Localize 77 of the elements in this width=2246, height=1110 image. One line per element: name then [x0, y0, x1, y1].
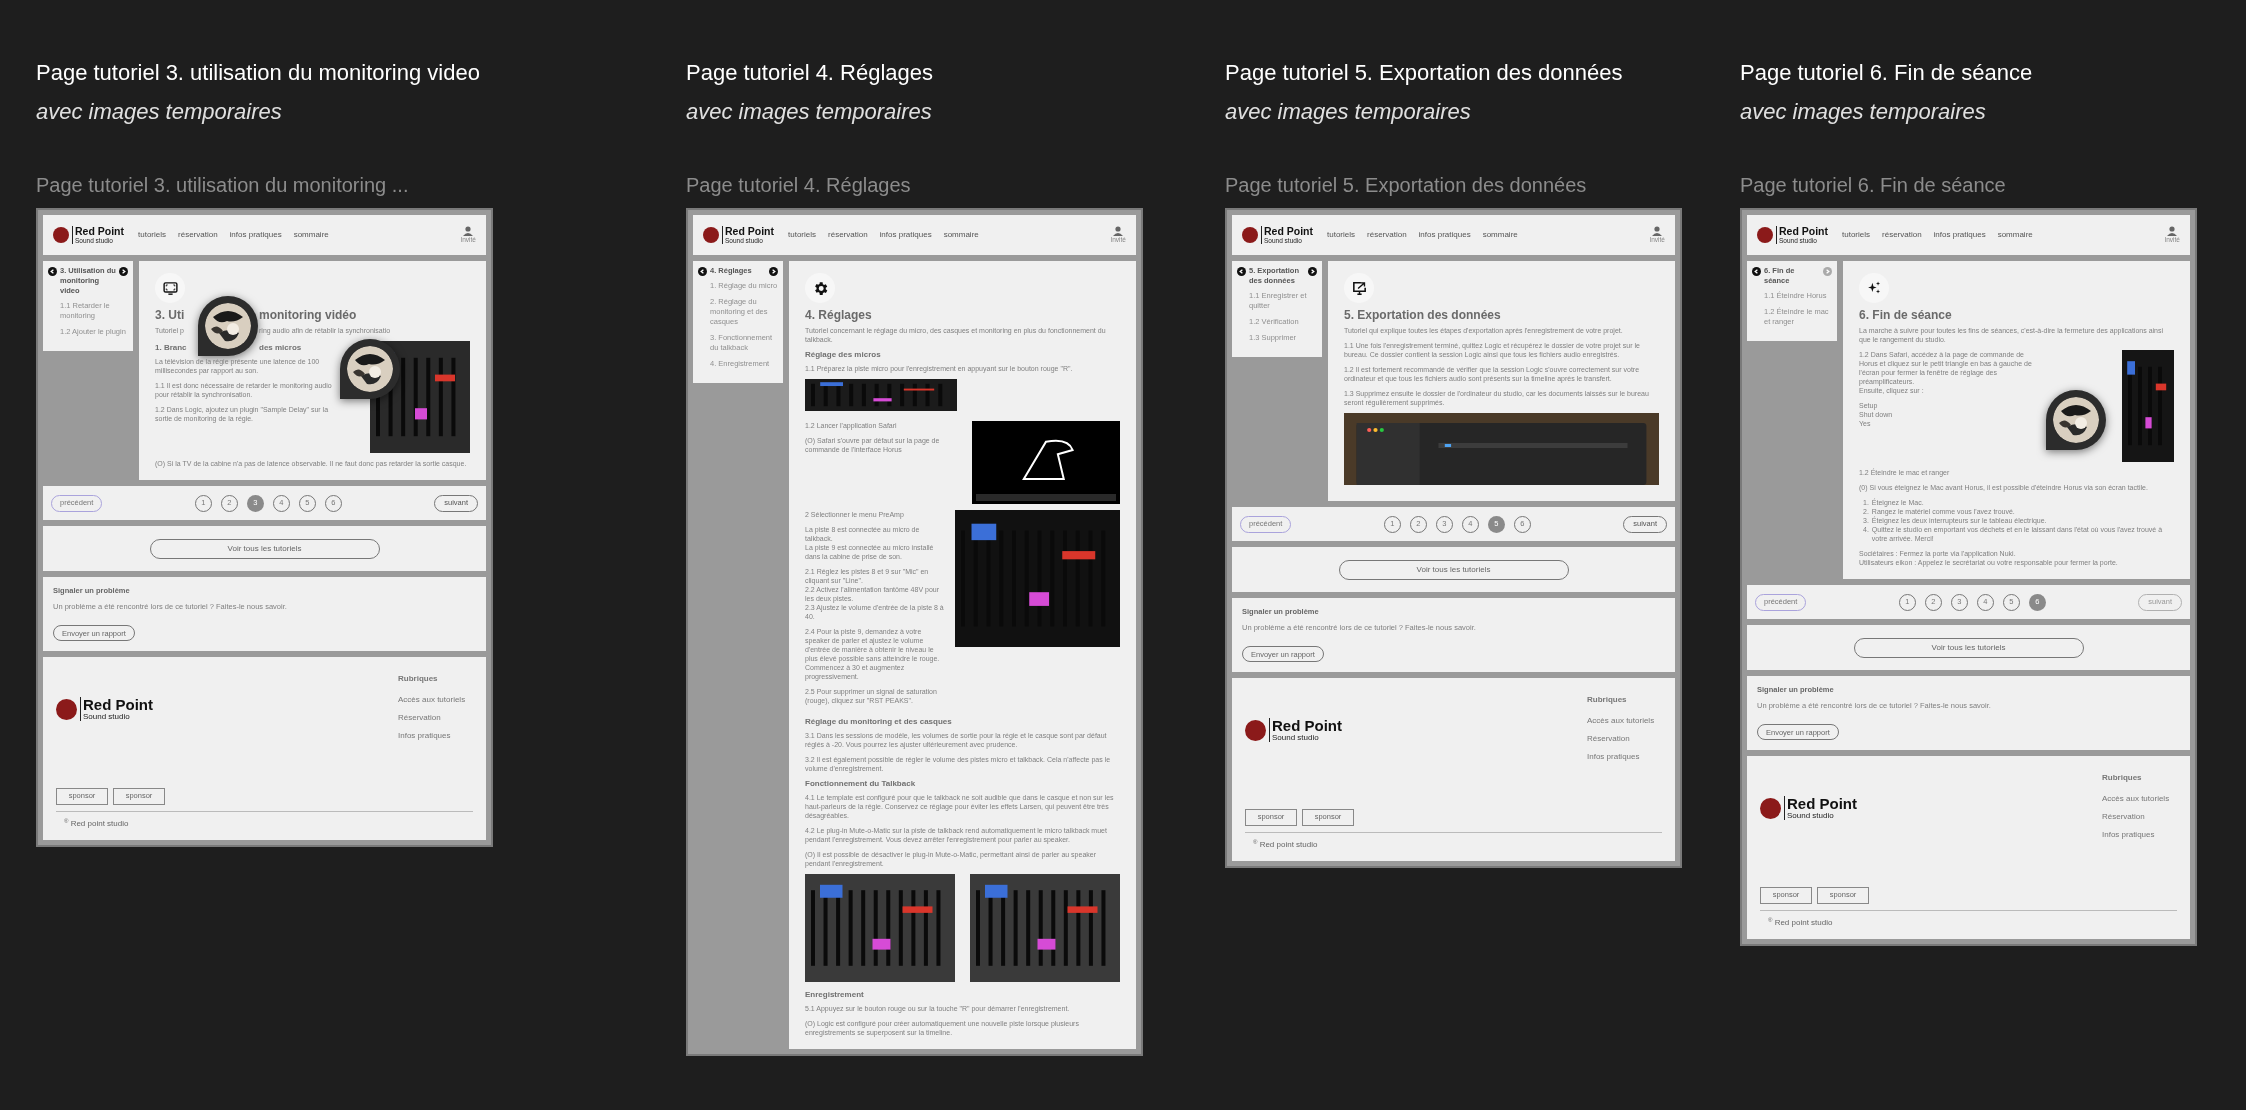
frame-heading: Page tutoriel 5. Exportation des données — [1225, 59, 1624, 87]
section-heading: Réglage des micros — [805, 350, 882, 360]
next-icon[interactable] — [769, 267, 778, 276]
frame-subheading: avec images temporaires — [686, 98, 933, 126]
footer-link[interactable]: Réservation — [398, 711, 473, 724]
nav-link[interactable]: infos pratiques — [229, 229, 282, 241]
brand-name: Red Point — [75, 226, 124, 237]
section-heading: Fonctionnement du Talkback — [805, 779, 917, 789]
brand-name: Red Point — [83, 697, 153, 712]
previous-icon[interactable] — [1752, 267, 1761, 276]
user-icon — [463, 226, 474, 236]
footer-link[interactable]: Accès aux tutoriels — [398, 693, 473, 706]
footer-heading: Rubriques — [2102, 771, 2143, 784]
article-title: 5. Exportation des données — [1344, 308, 1502, 323]
monitor-arrow-icon — [1350, 279, 1368, 297]
footer-heading: Rubriques — [1587, 693, 1628, 706]
brand-tagline: Sound studio — [1272, 733, 1320, 742]
footer-link[interactable]: Réservation — [2102, 810, 2177, 823]
nav-link[interactable]: réservation — [1882, 229, 1922, 241]
frame-subheading: avec images temporaires — [36, 98, 283, 126]
frame-heading: Page tutoriel 3. utilisation du monitoring video — [36, 59, 481, 87]
nav-link[interactable]: infos pratiques — [1418, 229, 1471, 241]
article-title: monitoring vidéo — [259, 308, 357, 323]
brand-name: Red Point — [1787, 796, 1857, 811]
section-heading: 1. Branc — [155, 343, 187, 352]
article-title: 6. Fin de séance — [1859, 308, 1953, 323]
nav-link[interactable]: réservation — [1367, 229, 1407, 241]
nav-link[interactable]: sommaire — [1997, 229, 2033, 241]
footer-link[interactable]: Accès aux tutoriels — [2102, 792, 2177, 805]
nav-link[interactable]: sommaire — [943, 229, 979, 241]
frame-subheading: avec images temporaires — [1740, 98, 1987, 126]
nav-link[interactable]: tutoriels — [138, 229, 166, 241]
brand-name: Red Point — [1272, 718, 1342, 733]
user-icon — [2167, 226, 2178, 236]
nav-link[interactable]: infos pratiques — [1933, 229, 1986, 241]
nav-link[interactable]: infos pratiques — [879, 229, 932, 241]
nav-link[interactable]: sommaire — [293, 229, 329, 241]
frame-label: Page tutoriel 4. Réglages — [686, 173, 912, 197]
nav-link[interactable]: tutoriels — [1842, 229, 1870, 241]
brand-name: Red Point — [1779, 226, 1828, 237]
section-heading: Enregistrement — [805, 990, 865, 1000]
next-icon[interactable] — [119, 267, 128, 276]
nav-link[interactable]: réservation — [178, 229, 218, 241]
frame-heading: Page tutoriel 4. Réglages — [686, 59, 935, 87]
user-icon — [1113, 226, 1124, 236]
article-title: 4. Réglages — [805, 308, 873, 323]
footer-link[interactable]: Infos pratiques — [2102, 828, 2177, 841]
nav-link[interactable]: réservation — [828, 229, 868, 241]
footer-link[interactable]: Infos pratiques — [398, 729, 473, 742]
nav-link[interactable]: tutoriels — [788, 229, 816, 241]
monitor-icon — [161, 279, 179, 297]
brand-tagline: Sound studio — [1787, 811, 1835, 820]
brand-tagline: Sound studio — [83, 712, 131, 721]
copyright-text: $^{®}$ Red point studio — [63, 817, 130, 830]
previous-icon[interactable] — [48, 267, 57, 276]
previous-icon[interactable] — [1237, 267, 1246, 276]
frame-label: Page tutoriel 5. Exportation des données — [1225, 173, 1588, 197]
copyright-text: $^{®}$ Red point studio — [1767, 916, 1834, 929]
previous-icon[interactable] — [698, 267, 707, 276]
frame-label: Page tutoriel 3. utilisation du monitoring ... — [36, 173, 410, 197]
frame-heading: Page tutoriel 6. Fin de séance — [1740, 59, 2034, 87]
brand-name: Red Point — [725, 226, 774, 237]
section-heading: des micros — [259, 343, 302, 353]
frame-subheading: avec images temporaires — [1225, 98, 1472, 126]
next-icon[interactable] — [1308, 267, 1317, 276]
nav-link[interactable]: sommaire — [1482, 229, 1518, 241]
frame-label: Page tutoriel 6. Fin de séance — [1740, 173, 2007, 197]
copyright-text: $^{®}$ Red point studio — [1252, 838, 1319, 851]
footer-link[interactable]: Accès aux tutoriels — [1587, 714, 1662, 727]
article-title: 3. Uti — [155, 308, 185, 322]
footer-link[interactable]: Réservation — [1587, 732, 1662, 745]
section-heading: Réglage du monitoring et des casques — [805, 717, 953, 727]
nav-link[interactable]: tutoriels — [1327, 229, 1355, 241]
brand-name: Red Point — [1264, 226, 1313, 237]
user-icon — [1652, 226, 1663, 236]
footer-link[interactable]: Infos pratiques — [1587, 750, 1662, 763]
footer-heading: Rubriques — [398, 672, 439, 685]
